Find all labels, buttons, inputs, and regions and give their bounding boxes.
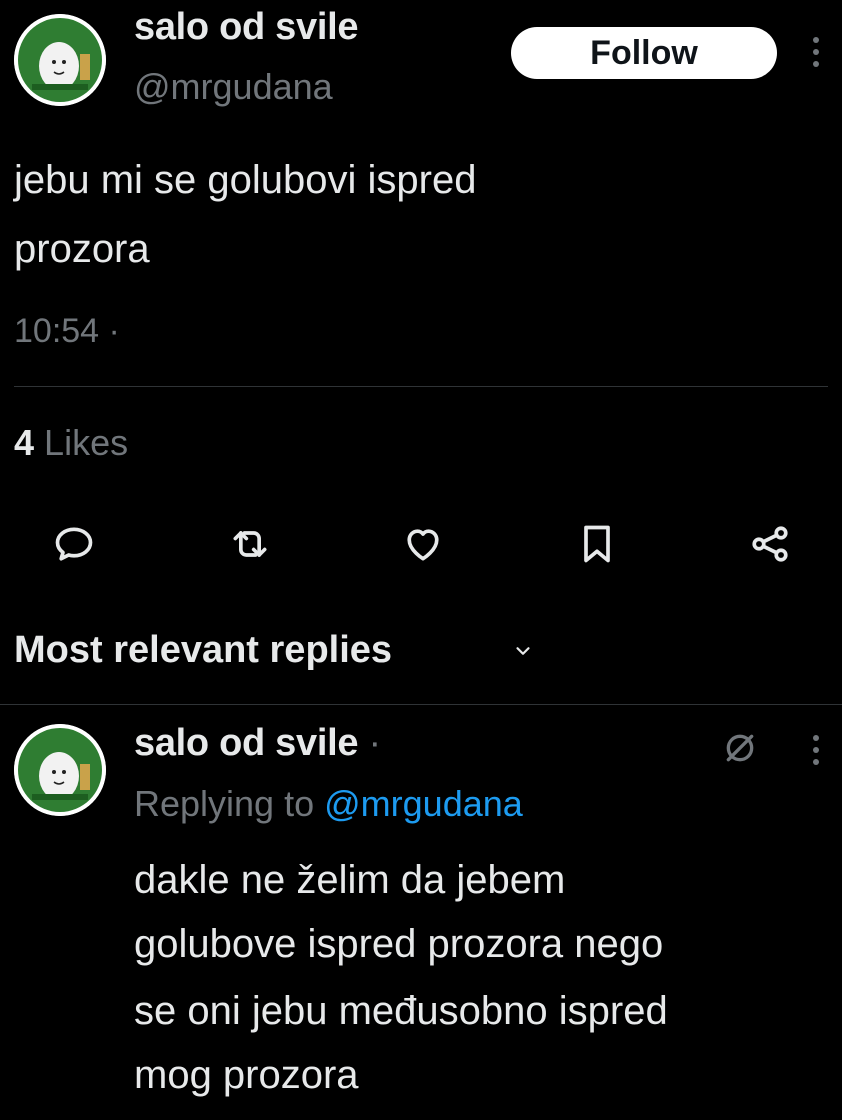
reply-text-line-3: se oni jebu međusobno ispred [134, 989, 668, 1033]
likes-number: 4 [14, 422, 35, 463]
replying-to-label: Replying to [134, 783, 315, 824]
tweet-text-line-2: prozora [14, 227, 150, 271]
reply-text-line-1: dakle ne želim da jebem [134, 858, 566, 902]
share-icon[interactable] [748, 522, 792, 566]
tweet-timestamp[interactable]: 10:54 · [14, 312, 120, 351]
bookmark-icon[interactable] [575, 522, 619, 566]
grok-icon[interactable] [720, 728, 760, 768]
reply-text-line-4: mog prozora [134, 1053, 359, 1097]
reply-author-avatar[interactable] [14, 724, 106, 816]
replying-to-handle[interactable]: @mrgudana [324, 783, 523, 824]
reply-text-line-2: golubove ispred prozora nego [134, 922, 664, 966]
divider [14, 386, 828, 387]
reply-author-name-text: salo od svile [134, 722, 359, 764]
replying-to: Replying to @mrgudana [134, 783, 523, 825]
avatar-image [14, 14, 106, 106]
reply-icon[interactable] [52, 522, 96, 566]
tweet-text-line-1: jebu mi se golubovi ispred [14, 158, 477, 202]
likes-label: Likes [44, 422, 129, 463]
divider [0, 704, 842, 705]
likes-count[interactable]: 4 Likes [14, 422, 128, 464]
reply-author-name[interactable]: salo od svile · [134, 722, 381, 765]
more-vertical-icon[interactable] [806, 32, 826, 78]
replies-sort-title[interactable]: Most relevant replies [14, 629, 392, 672]
chevron-down-icon[interactable] [512, 640, 534, 668]
author-handle[interactable]: @mrgudana [134, 66, 333, 108]
heart-icon[interactable] [401, 522, 445, 566]
author-name[interactable]: salo od svile [134, 6, 359, 49]
follow-button[interactable]: Follow [511, 27, 777, 79]
avatar-image [14, 724, 106, 816]
author-avatar[interactable] [14, 14, 106, 106]
separator-dot: · [368, 722, 381, 764]
reply-more-icon[interactable] [806, 730, 826, 775]
retweet-icon[interactable] [228, 522, 272, 566]
